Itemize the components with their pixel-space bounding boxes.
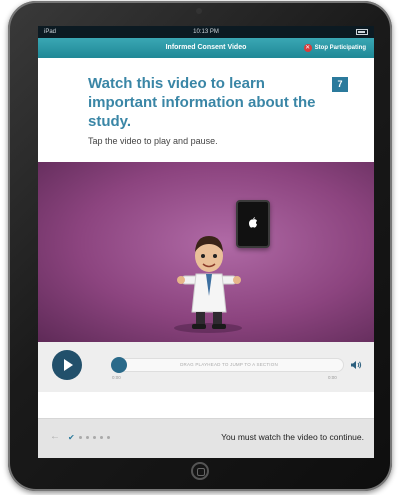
apple-logo-icon: [249, 217, 257, 228]
progress-dot: [85, 436, 89, 439]
step-number-badge: 7: [332, 77, 348, 92]
tablet-prop: [236, 200, 270, 248]
ipad-device-frame: iPad 10:13 PM Informed Consent Video ✕ S…: [8, 1, 392, 491]
progress-dot: [99, 436, 103, 439]
nav-bar: Informed Consent Video ✕ Stop Participat…: [38, 38, 374, 58]
progress-dot: [78, 436, 82, 439]
elapsed-time: 0:00: [112, 375, 121, 380]
progress-dot: [92, 436, 96, 439]
play-button[interactable]: [52, 350, 82, 380]
instruction-text: Tap the video to play and pause.: [88, 136, 218, 146]
home-button[interactable]: [191, 462, 209, 480]
battery-icon: [356, 29, 368, 35]
progress-dot: [106, 436, 110, 439]
doctor-character-illustration: [174, 236, 242, 333]
section-heading: Watch this video to learn important info…: [88, 75, 316, 130]
step-progress-indicator: ✔: [68, 433, 110, 442]
front-camera: [196, 8, 202, 14]
total-time: 0:00: [328, 375, 337, 380]
status-time: 10:13 PM: [193, 29, 219, 35]
volume-icon[interactable]: [350, 360, 362, 370]
stop-participating-button[interactable]: ✕ Stop Participating: [303, 43, 366, 53]
status-bar: iPad 10:13 PM: [38, 26, 374, 38]
continue-requirement-message: You must watch the video to continue.: [221, 432, 364, 442]
video-scrubber[interactable]: DRAG PLAYHEAD TO JUMP TO A SECTION: [111, 357, 344, 373]
app-screen: iPad 10:13 PM Informed Consent Video ✕ S…: [38, 26, 374, 458]
x-icon: ✕: [303, 44, 312, 52]
footer-bar: ← ✔ You must watch the video to continue…: [38, 418, 374, 458]
video-player-controls: DRAG PLAYHEAD TO JUMP TO A SECTION 0:00 …: [38, 342, 374, 392]
stop-participating-label: Stop Participating: [314, 45, 366, 51]
back-arrow-icon[interactable]: ←: [50, 431, 60, 442]
checkmark-icon: ✔: [68, 433, 75, 442]
video-area[interactable]: [38, 162, 374, 342]
scrubber-hint: DRAG PLAYHEAD TO JUMP TO A SECTION: [180, 362, 278, 367]
